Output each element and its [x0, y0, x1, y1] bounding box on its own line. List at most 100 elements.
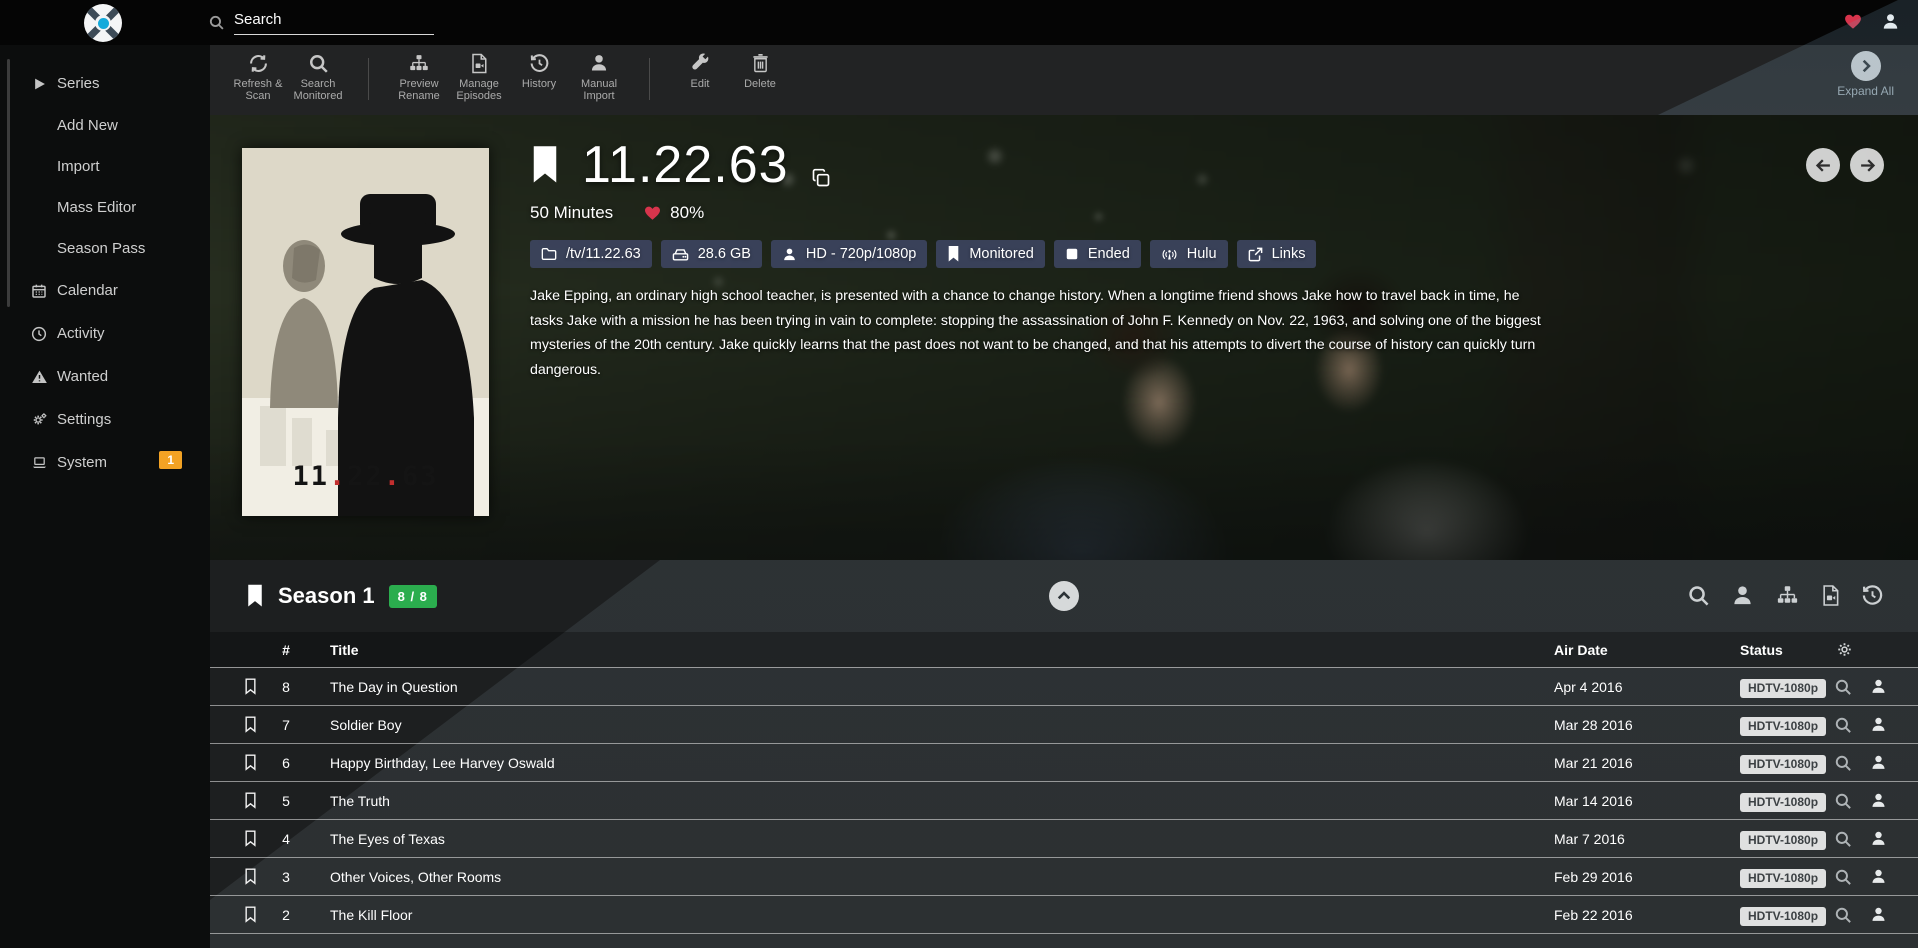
sidebar-item-label: Mass Editor [57, 199, 136, 216]
user-icon[interactable] [1881, 12, 1900, 31]
episode-interactive-search-icon[interactable] [1870, 716, 1887, 733]
table-row[interactable]: 4 The Eyes of Texas Mar 7 2016 HDTV-1080… [210, 820, 1918, 858]
bookmark-outline-icon [244, 678, 257, 695]
episode-interactive-search-icon[interactable] [1870, 754, 1887, 771]
episode-number: 5 [266, 793, 306, 809]
column-air-date[interactable]: Air Date [1554, 642, 1718, 658]
episode-title[interactable]: The Eyes of Texas [306, 831, 1554, 847]
episode-interactive-search-icon[interactable] [1870, 906, 1887, 923]
sidebar-item-series[interactable]: Series [0, 62, 210, 105]
series-poster: 11.22.63 [242, 148, 489, 516]
episode-title[interactable]: Happy Birthday, Lee Harvey Oswald [306, 755, 1554, 771]
episode-monitor-toggle[interactable] [244, 716, 266, 733]
episode-search-icon[interactable] [1834, 830, 1852, 848]
copy-icon[interactable] [811, 168, 831, 188]
episode-title[interactable]: The Kill Floor [306, 907, 1554, 923]
episode-monitor-toggle[interactable] [244, 830, 266, 847]
monitored-badge[interactable]: Monitored [936, 240, 1044, 268]
sidebar-item-mass-editor[interactable]: Mass Editor [0, 187, 210, 228]
bookmark-icon[interactable] [246, 584, 264, 608]
column-title[interactable]: Title [306, 642, 1554, 658]
season-file-info-icon[interactable] [1821, 584, 1840, 607]
sidebar-item-add-new[interactable]: Add New [0, 105, 210, 146]
history-button[interactable]: History [509, 52, 569, 90]
monitored-bookmark-icon[interactable] [530, 144, 560, 186]
column-status[interactable]: Status [1718, 642, 1828, 658]
season-history-icon[interactable] [1861, 584, 1884, 607]
episode-interactive-search-icon[interactable] [1870, 868, 1887, 885]
quality-badge: HDTV-1080p [1740, 907, 1826, 926]
season-rename-icon[interactable] [1775, 584, 1800, 606]
bookmark-outline-icon [244, 830, 257, 847]
sidebar-item-settings[interactable]: Settings [0, 398, 210, 441]
toolbar-button-label: Refresh & Scan [228, 78, 288, 102]
sidebar-item-system[interactable]: System 1 [0, 441, 210, 484]
episode-monitor-toggle[interactable] [244, 754, 266, 771]
quality-badge: HDTV-1080p [1740, 679, 1826, 698]
episode-search-icon[interactable] [1834, 868, 1852, 886]
toolbar-button-label: Delete [744, 78, 776, 90]
table-row[interactable]: 3 Other Voices, Other Rooms Feb 29 2016 … [210, 858, 1918, 896]
manual-import-button[interactable]: Manual Import [569, 52, 629, 102]
episode-search-icon[interactable] [1834, 754, 1852, 772]
table-row[interactable]: 2 The Kill Floor Feb 22 2016 HDTV-1080p [210, 896, 1918, 934]
episode-number: 8 [266, 679, 306, 695]
episode-monitor-toggle[interactable] [244, 678, 266, 695]
sidebar-item-calendar[interactable]: Calendar [0, 269, 210, 312]
quality-profile-badge[interactable]: HD - 720p/1080p [771, 240, 927, 268]
table-row[interactable]: 7 Soldier Boy Mar 28 2016 HDTV-1080p [210, 706, 1918, 744]
episode-title[interactable]: The Truth [306, 793, 1554, 809]
sidebar-item-activity[interactable]: Activity [0, 312, 210, 355]
size-badge[interactable]: 28.6 GB [661, 240, 762, 268]
sonarr-logo-icon[interactable] [84, 4, 122, 42]
episode-search-icon[interactable] [1834, 906, 1852, 924]
episode-interactive-search-icon[interactable] [1870, 678, 1887, 695]
sidebar-item-season-pass[interactable]: Season Pass [0, 228, 210, 269]
previous-series-button[interactable] [1806, 148, 1840, 182]
refresh-scan-button[interactable]: Refresh & Scan [228, 52, 288, 102]
delete-button[interactable]: Delete [730, 52, 790, 90]
next-series-button[interactable] [1850, 148, 1884, 182]
links-badge[interactable]: Links [1237, 240, 1317, 268]
episode-monitor-toggle[interactable] [244, 792, 266, 809]
preview-rename-button[interactable]: Preview Rename [389, 52, 449, 102]
episode-search-icon[interactable] [1834, 716, 1852, 734]
bookmark-outline-icon [244, 906, 257, 923]
episode-table-header: # Title Air Date Status [210, 632, 1918, 668]
table-row[interactable]: 5 The Truth Mar 14 2016 HDTV-1080p [210, 782, 1918, 820]
sidebar-item-import[interactable]: Import [0, 146, 210, 187]
file-video-icon [470, 52, 488, 74]
episode-title[interactable]: Other Voices, Other Rooms [306, 869, 1554, 885]
manage-episodes-button[interactable]: Manage Episodes [449, 52, 509, 102]
episode-title[interactable]: The Day in Question [306, 679, 1554, 695]
arrow-left-icon [1815, 157, 1832, 174]
edit-button[interactable]: Edit [670, 52, 730, 90]
episode-monitor-toggle[interactable] [244, 868, 266, 885]
collapse-season-button[interactable] [1049, 581, 1079, 611]
chevron-right-icon [1851, 51, 1881, 81]
season-search-icon[interactable] [1687, 584, 1710, 607]
bookmark-icon [947, 246, 960, 262]
search-monitored-button[interactable]: Search Monitored [288, 52, 348, 102]
episode-interactive-search-icon[interactable] [1870, 830, 1887, 847]
sidebar-item-wanted[interactable]: Wanted [0, 355, 210, 398]
episode-search-icon[interactable] [1834, 792, 1852, 810]
table-row[interactable]: 6 Happy Birthday, Lee Harvey Oswald Mar … [210, 744, 1918, 782]
path-badge[interactable]: /tv/11.22.63 [530, 240, 652, 268]
episode-monitor-toggle[interactable] [244, 906, 266, 923]
column-number[interactable]: # [266, 642, 306, 658]
series-rating: 80% [670, 203, 704, 223]
episode-interactive-search-icon[interactable] [1870, 792, 1887, 809]
column-options-gear-icon[interactable] [1828, 641, 1918, 658]
donate-heart-icon[interactable] [1843, 12, 1863, 31]
expand-all-button[interactable]: Expand All [1837, 51, 1894, 98]
search-input[interactable] [234, 9, 434, 35]
season-interactive-search-icon[interactable] [1731, 584, 1754, 607]
season-section: Season 1 8 / 8 # Title Air [210, 560, 1918, 948]
episode-title[interactable]: Soldier Boy [306, 717, 1554, 733]
table-row[interactable]: 8 The Day in Question Apr 4 2016 HDTV-10… [210, 668, 1918, 706]
toolbar-button-label: Manual Import [569, 78, 629, 102]
ended-badge[interactable]: Ended [1054, 240, 1141, 268]
network-badge[interactable]: Hulu [1150, 240, 1228, 268]
episode-search-icon[interactable] [1834, 678, 1852, 696]
